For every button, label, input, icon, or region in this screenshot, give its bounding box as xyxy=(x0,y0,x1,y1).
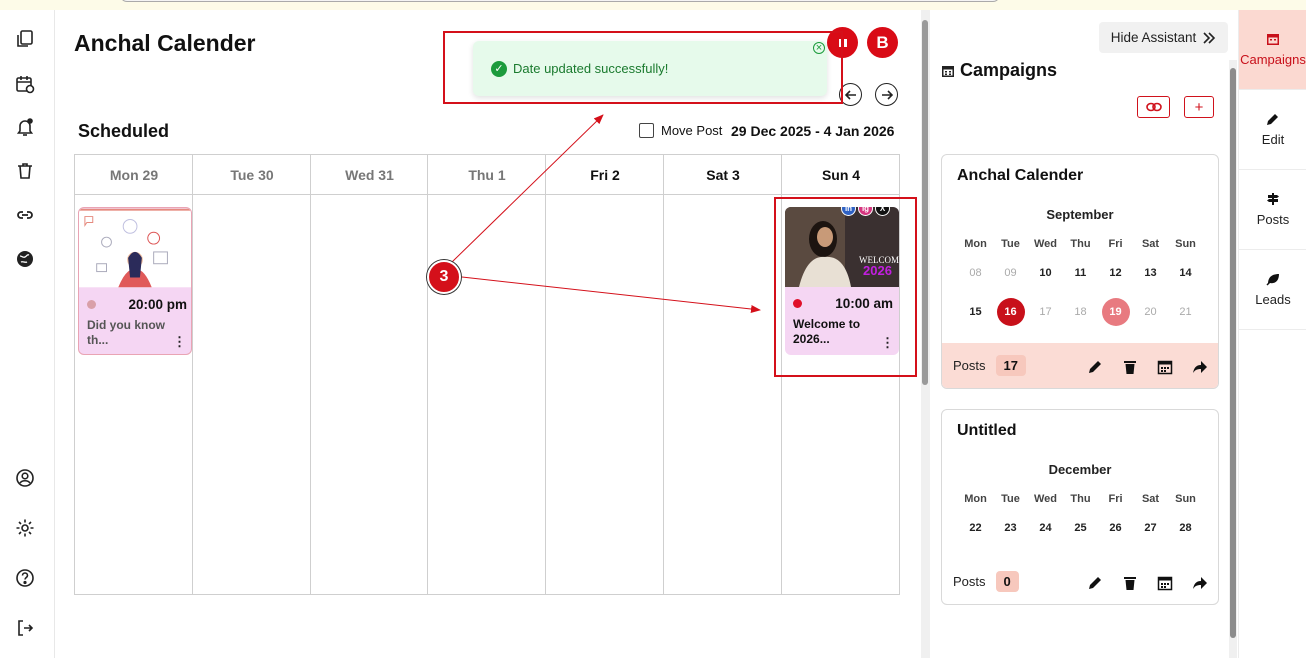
calendar-day[interactable]: 13 xyxy=(1133,259,1168,287)
calendar-day[interactable]: 17 xyxy=(1028,298,1063,326)
plus-icon: + xyxy=(1194,98,1204,116)
posts-label: Posts xyxy=(953,574,986,589)
calendar-day-label: 16 xyxy=(996,298,1025,326)
add-campaign-button[interactable]: + xyxy=(1184,96,1214,118)
rail-label: Leads xyxy=(1255,292,1291,307)
calendar-day[interactable]: 20 xyxy=(1133,298,1168,326)
calendar-day-highlighted[interactable]: 19 xyxy=(1098,298,1133,326)
calendar-day[interactable]: 22 xyxy=(958,514,993,542)
calendar-day[interactable]: 18 xyxy=(1063,298,1098,326)
calendar-icon[interactable] xyxy=(1155,357,1175,377)
calendar-day-label: 19 xyxy=(1101,298,1130,326)
calendar-icon xyxy=(1267,34,1279,45)
weekday-label: Sat xyxy=(1141,493,1160,505)
rail-label: Edit xyxy=(1261,132,1285,147)
calendar-day[interactable]: 26 xyxy=(1098,514,1133,542)
campaign-card[interactable]: Anchal Calender September Mon Tue Wed Th… xyxy=(941,154,1219,389)
calendar-day[interactable]: 21 xyxy=(1168,298,1203,326)
campaign-footer: Posts 0 xyxy=(942,559,1218,604)
calendar-week-row: 08 09 10 11 12 13 14 xyxy=(958,259,1203,287)
weekday-label: Sun xyxy=(1175,493,1196,505)
campaigns-title: Campaigns xyxy=(960,60,1058,80)
edit-pencil-icon[interactable] xyxy=(1085,357,1105,377)
link-campaign-button[interactable] xyxy=(1137,96,1170,118)
link-icon xyxy=(1145,102,1162,112)
share-icon[interactable] xyxy=(1190,573,1210,593)
calendar-day[interactable]: 09 xyxy=(993,259,1028,287)
weekday-labels: Mon Tue Wed Thu Fri Sat Sun xyxy=(958,238,1203,250)
pencil-icon xyxy=(1267,114,1278,125)
share-icon[interactable] xyxy=(1190,357,1210,377)
campaigns-heading: Campaigns xyxy=(941,60,1057,81)
posts-count-badge: 0 xyxy=(995,571,1019,592)
calendar-day[interactable]: 10 xyxy=(1028,259,1063,287)
campaign-month: December xyxy=(1048,462,1112,477)
rail-posts[interactable]: Posts xyxy=(1239,170,1306,250)
posts-label: Posts xyxy=(953,358,986,373)
hide-assistant-label: Hide Assistant xyxy=(1110,30,1197,45)
double-chevron-right-icon xyxy=(1203,31,1216,44)
scrollbar-thumb[interactable] xyxy=(922,20,928,385)
weekday-label: Thu xyxy=(1070,493,1091,505)
assistant-panel: Hide Assistant Campaigns + Anchal Calend… xyxy=(931,10,1238,658)
campaign-name: Untitled xyxy=(957,422,1017,439)
calendar-day[interactable]: 24 xyxy=(1028,514,1063,542)
weekday-label: Wed xyxy=(1033,238,1058,250)
trash-icon[interactable] xyxy=(1120,573,1140,593)
campaign-footer: Posts 17 xyxy=(942,343,1218,388)
trash-icon[interactable] xyxy=(1120,357,1140,377)
rail-edit[interactable]: Edit xyxy=(1239,90,1306,170)
calendar-week-row: 15 16 17 18 19 20 21 xyxy=(958,298,1203,326)
weekday-label: Tue xyxy=(1001,493,1020,505)
leaf-icon xyxy=(1266,274,1279,286)
calendar-day[interactable]: 11 xyxy=(1063,259,1098,287)
calendar-day[interactable]: 08 xyxy=(958,259,993,287)
weekday-label: Sun xyxy=(1175,238,1196,250)
signpost-icon xyxy=(1267,193,1279,205)
rail-label: Posts xyxy=(1256,212,1290,227)
weekday-label: Sat xyxy=(1141,238,1160,250)
rail-campaigns[interactable]: Campaigns xyxy=(1239,10,1306,90)
calendar-day[interactable]: 23 xyxy=(993,514,1028,542)
hide-assistant-button[interactable]: Hide Assistant xyxy=(1099,22,1228,53)
weekday-label: Mon xyxy=(964,493,987,505)
calendar-icon xyxy=(942,65,954,77)
main-scrollbar[interactable] xyxy=(921,10,930,658)
assistant-scrollbar[interactable] xyxy=(1229,60,1237,658)
weekday-label: Wed xyxy=(1033,493,1058,505)
weekday-label: Tue xyxy=(1001,238,1020,250)
campaign-name: Anchal Calender xyxy=(957,167,1084,184)
weekday-label: Thu xyxy=(1070,238,1091,250)
calendar-icon[interactable] xyxy=(1155,573,1175,593)
campaign-card[interactable]: Untitled December Mon Tue Wed Thu Fri Sa… xyxy=(941,409,1219,605)
calendar-day[interactable]: 14 xyxy=(1168,259,1203,287)
posts-count-badge: 17 xyxy=(995,355,1026,376)
campaign-month: September xyxy=(1046,207,1114,222)
rail-leads[interactable]: Leads xyxy=(1239,250,1306,330)
calendar-day-selected[interactable]: 16 xyxy=(993,298,1028,326)
edit-pencil-icon[interactable] xyxy=(1085,573,1105,593)
rail-label: Campaigns xyxy=(1240,52,1306,67)
weekday-label: Fri xyxy=(1108,493,1123,505)
calendar-day[interactable]: 27 xyxy=(1133,514,1168,542)
calendar-day[interactable]: 25 xyxy=(1063,514,1098,542)
calendar-day[interactable]: 12 xyxy=(1098,259,1133,287)
calendar-day[interactable]: 15 xyxy=(958,298,993,326)
scrollbar-thumb[interactable] xyxy=(1230,68,1236,638)
calendar-day[interactable]: 28 xyxy=(1168,514,1203,542)
weekday-labels: Mon Tue Wed Thu Fri Sat Sun xyxy=(958,493,1203,505)
annotation-step-number: 3 xyxy=(427,260,461,294)
weekday-label: Fri xyxy=(1108,238,1123,250)
calendar-week-row: 22 23 24 25 26 27 28 xyxy=(958,514,1203,542)
right-rail: Campaigns Edit Posts Leads xyxy=(1238,10,1306,658)
weekday-label: Mon xyxy=(964,238,987,250)
